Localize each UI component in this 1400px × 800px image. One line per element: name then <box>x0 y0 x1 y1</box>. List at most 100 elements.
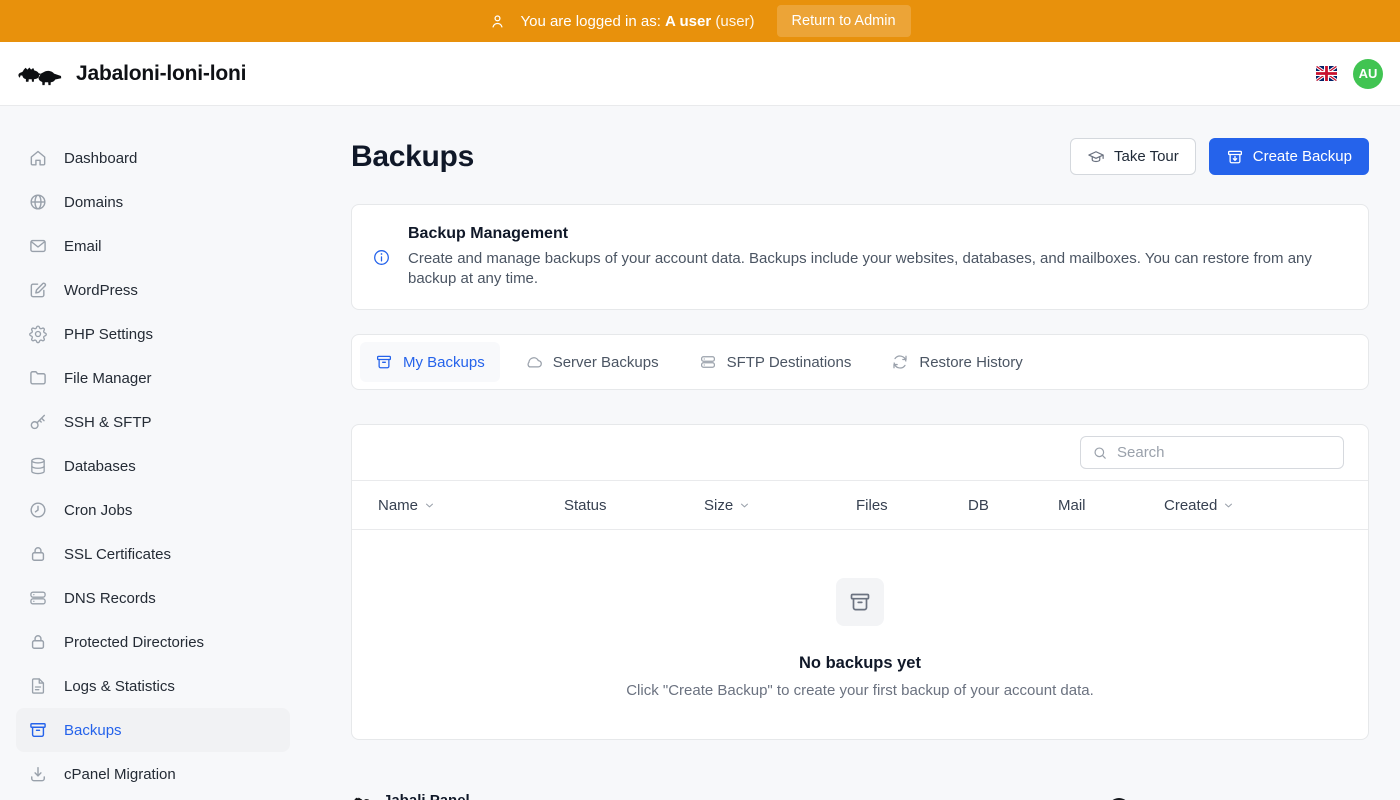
sidebar-item-email[interactable]: Email <box>16 224 290 268</box>
sidebar-item-label: SSL Certificates <box>64 546 171 563</box>
sidebar-item-label: PHP Settings <box>64 326 153 343</box>
database-icon <box>28 456 48 476</box>
column-header-status[interactable]: Status <box>564 497 704 514</box>
brand-name: Jabaloni-loni-loni <box>76 62 246 86</box>
empty-state-description: Click "Create Backup" to create your fir… <box>352 682 1368 699</box>
sidebar-item-cpanel-migration[interactable]: cPanel Migration <box>16 752 290 796</box>
user-avatar[interactable]: AU <box>1353 59 1383 89</box>
archive-box-icon <box>375 353 393 371</box>
home-icon <box>28 148 48 168</box>
page-actions: Take Tour Create Backup <box>1070 138 1369 175</box>
column-label: Size <box>704 497 733 514</box>
boar-logo-icon <box>352 793 374 800</box>
tab-restore-history[interactable]: Restore History <box>876 342 1037 382</box>
return-to-admin-button[interactable]: Return to Admin <box>777 5 911 37</box>
table-toolbar <box>352 425 1368 480</box>
backup-management-info-box: Backup Management Create and manage back… <box>351 204 1369 310</box>
search-box[interactable] <box>1080 436 1344 469</box>
language-uk-flag-icon[interactable] <box>1316 66 1337 81</box>
info-description: Create and manage backups of your accoun… <box>408 249 1330 289</box>
edit-icon <box>28 280 48 300</box>
header-actions: AU <box>1316 59 1383 89</box>
sidebar-item-file-manager[interactable]: File Manager <box>16 356 290 400</box>
sidebar-item-logs-statistics[interactable]: Logs & Statistics <box>16 664 290 708</box>
globe-icon <box>28 192 48 212</box>
gear-icon <box>28 324 48 344</box>
person-icon <box>489 13 506 30</box>
impersonated-user-name: A user <box>665 13 711 30</box>
sidebar: Dashboard Domains Email WordPress PHP Se… <box>0 106 305 800</box>
sidebar-item-domains[interactable]: Domains <box>16 180 290 224</box>
sort-chevron-icon <box>423 499 436 512</box>
sort-chevron-icon <box>738 499 751 512</box>
info-text: Backup Management Create and manage back… <box>408 225 1330 289</box>
column-header-size[interactable]: Size <box>704 497 856 514</box>
sidebar-item-label: Dashboard <box>64 150 137 167</box>
column-label: Name <box>378 497 418 514</box>
app-header: Jabaloni-loni-loni AU <box>0 42 1400 106</box>
sidebar-item-databases[interactable]: Databases <box>16 444 290 488</box>
create-backup-button[interactable]: Create Backup <box>1209 138 1369 175</box>
page-title: Backups <box>351 140 474 174</box>
document-icon <box>28 676 48 696</box>
footer-brand: Jabali Panel <box>352 792 470 800</box>
sidebar-item-label: Email <box>64 238 102 255</box>
column-label: Mail <box>1058 497 1086 514</box>
sidebar-item-label: DNS Records <box>64 590 156 607</box>
server-stack-icon <box>28 588 48 608</box>
column-label: DB <box>968 497 989 514</box>
empty-state-icon-box <box>836 578 884 626</box>
main-content: Backups Take Tour Create Backup Backup <box>305 106 1400 800</box>
empty-state: No backups yet Click "Create Backup" to … <box>352 530 1368 699</box>
info-title: Backup Management <box>408 225 1330 243</box>
table-header-row: Name Status Size Files DB Mail Created <box>352 480 1368 530</box>
download-icon <box>28 764 48 784</box>
lock-icon <box>28 632 48 652</box>
sidebar-item-label: Logs & Statistics <box>64 678 175 695</box>
sidebar-item-label: WordPress <box>64 282 138 299</box>
backups-tab-bar: My Backups Server Backups SFTP Destinati… <box>351 334 1369 390</box>
take-tour-label: Take Tour <box>1114 148 1179 165</box>
sort-chevron-icon <box>1222 499 1235 512</box>
column-header-files[interactable]: Files <box>856 497 968 514</box>
column-header-created[interactable]: Created <box>1164 497 1368 514</box>
column-header-name[interactable]: Name <box>378 497 564 514</box>
column-header-db[interactable]: DB <box>968 497 1058 514</box>
page-footer: Jabali Panel <box>351 765 1369 800</box>
search-input[interactable] <box>1117 444 1332 461</box>
tab-my-backups[interactable]: My Backups <box>360 342 500 382</box>
impersonation-banner: You are logged in as: A user (user) Retu… <box>0 0 1400 42</box>
column-label: Files <box>856 497 888 514</box>
key-icon <box>28 412 48 432</box>
impersonated-user-role: (user) <box>715 13 754 30</box>
refresh-icon <box>891 353 909 371</box>
sidebar-item-label: Databases <box>64 458 136 475</box>
sidebar-item-label: SSH & SFTP <box>64 414 152 431</box>
empty-state-title: No backups yet <box>352 654 1368 673</box>
boar-logo-icon <box>16 58 64 90</box>
sidebar-item-ssl-certificates[interactable]: SSL Certificates <box>16 532 290 576</box>
backups-table-card: Name Status Size Files DB Mail Created N… <box>351 424 1369 740</box>
sidebar-item-php-settings[interactable]: PHP Settings <box>16 312 290 356</box>
sidebar-item-label: Domains <box>64 194 123 211</box>
info-icon <box>372 248 391 267</box>
tab-label: My Backups <box>403 354 485 371</box>
sidebar-item-wordpress[interactable]: WordPress <box>16 268 290 312</box>
sidebar-item-cron-jobs[interactable]: Cron Jobs <box>16 488 290 532</box>
tab-sftp-destinations[interactable]: SFTP Destinations <box>684 342 867 382</box>
take-tour-button[interactable]: Take Tour <box>1070 138 1196 175</box>
sidebar-item-dashboard[interactable]: Dashboard <box>16 136 290 180</box>
sidebar-item-dns-records[interactable]: DNS Records <box>16 576 290 620</box>
sidebar-item-protected-directories[interactable]: Protected Directories <box>16 620 290 664</box>
graduation-cap-icon <box>1087 148 1105 166</box>
sidebar-item-ssh-sftp[interactable]: SSH & SFTP <box>16 400 290 444</box>
archive-box-icon <box>28 720 48 740</box>
brand[interactable]: Jabaloni-loni-loni <box>16 58 246 90</box>
mail-icon <box>28 236 48 256</box>
column-header-mail[interactable]: Mail <box>1058 497 1164 514</box>
sidebar-item-backups[interactable]: Backups <box>16 708 290 752</box>
page-title-row: Backups Take Tour Create Backup <box>351 138 1369 175</box>
search-icon <box>1092 445 1108 461</box>
column-label: Status <box>564 497 607 514</box>
tab-server-backups[interactable]: Server Backups <box>510 342 674 382</box>
